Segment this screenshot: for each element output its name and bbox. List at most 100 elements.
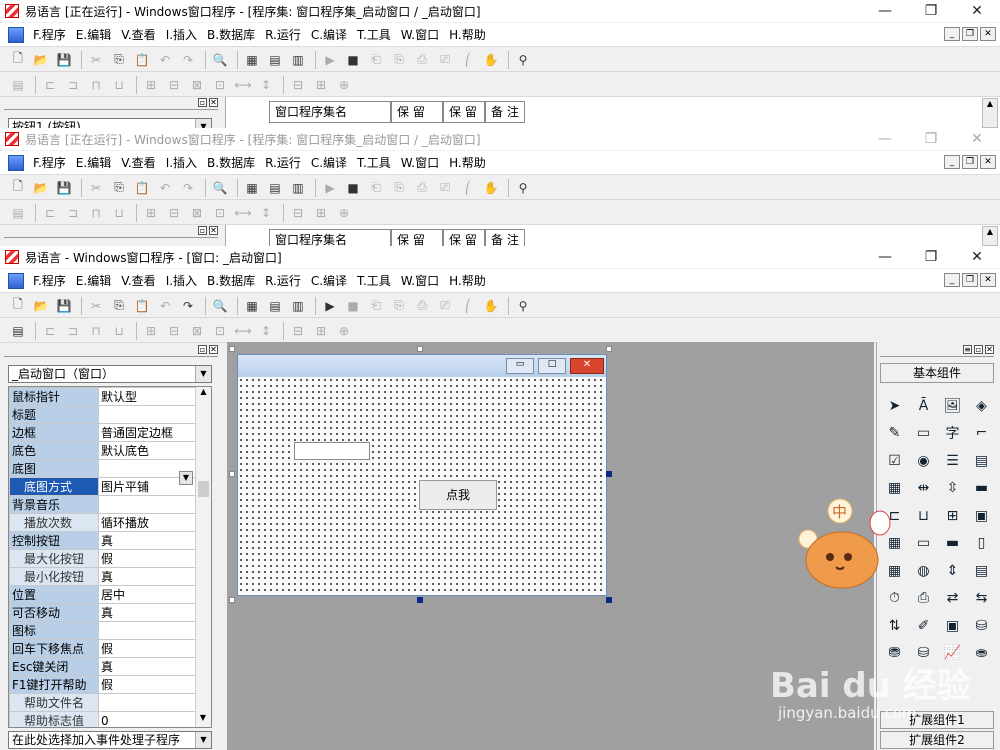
paste-icon[interactable]: 📋: [132, 51, 152, 69]
mdi-minimize-icon[interactable]: _: [944, 27, 960, 41]
layout2-icon[interactable]: ▤: [265, 51, 285, 69]
menu-insert[interactable]: I.插入: [161, 154, 202, 171]
menu-view[interactable]: V.查看: [116, 26, 160, 43]
align-right-icon[interactable]: ⊐: [63, 76, 83, 94]
copy-icon[interactable]: ⎘: [109, 179, 129, 197]
debug4-icon[interactable]: ⎚: [435, 179, 455, 197]
stop-icon[interactable]: ■: [343, 179, 363, 197]
property-row[interactable]: Esc键关闭真: [9, 657, 198, 676]
resize-handle[interactable]: [417, 597, 423, 603]
property-value[interactable]: [98, 621, 198, 640]
panel-close-icon[interactable]: ✕: [209, 345, 218, 354]
debug3-icon[interactable]: ⎙: [412, 179, 432, 197]
dropdown-arrow-icon[interactable]: ▼: [195, 366, 211, 382]
net-client-icon[interactable]: ⇅: [880, 612, 909, 640]
listbox-icon[interactable]: ▤: [967, 447, 996, 475]
draw-icon[interactable]: ✐: [909, 612, 938, 640]
open-icon[interactable]: 📂: [31, 179, 51, 197]
menu-edit[interactable]: E.编辑: [71, 272, 116, 289]
basic-components-tab[interactable]: 基本组件: [880, 363, 994, 383]
cut-icon[interactable]: ✂: [86, 297, 106, 315]
text-char-icon[interactable]: 字: [938, 420, 967, 448]
menu-window[interactable]: W.窗口: [396, 272, 444, 289]
property-value[interactable]: 循环播放: [98, 513, 198, 532]
tab-icon[interactable]: ⊞: [938, 502, 967, 530]
resize-handle[interactable]: [229, 346, 235, 352]
layout3-icon[interactable]: ▥: [288, 51, 308, 69]
data-table-icon[interactable]: ▤: [967, 557, 996, 585]
property-row[interactable]: 位置 居中: [9, 585, 198, 604]
chart-icon[interactable]: 📈: [938, 640, 967, 668]
debug1-icon[interactable]: ⎗: [366, 51, 386, 69]
property-value[interactable]: 默认型: [98, 387, 198, 406]
event-selector[interactable]: 在此处选择加入事件处理子程序 ▼: [8, 731, 212, 749]
resize-handle[interactable]: [606, 597, 612, 603]
align-right-icon[interactable]: ⊐: [63, 322, 83, 340]
panel-pin-icon[interactable]: ▫: [198, 98, 207, 107]
size3-icon[interactable]: ⊕: [334, 322, 354, 340]
close-icon[interactable]: ✕: [954, 246, 1000, 268]
resize-handle[interactable]: [229, 471, 235, 477]
menu-window[interactable]: W.窗口: [396, 154, 444, 171]
same-height-icon[interactable]: ⊡: [210, 76, 230, 94]
align-left-icon[interactable]: ⊏: [40, 204, 60, 222]
mdi-close-icon[interactable]: ✕: [980, 155, 996, 169]
property-scrollbar[interactable]: ▲ ▼: [195, 387, 211, 727]
menu-edit[interactable]: E.编辑: [71, 26, 116, 43]
space-h-icon[interactable]: ⟷: [233, 204, 253, 222]
property-row[interactable]: 底图方式 图片平铺: [9, 477, 198, 496]
minimize-icon[interactable]: —: [862, 246, 908, 268]
same-width-icon[interactable]: ⊠: [187, 204, 207, 222]
property-row[interactable]: 标题: [9, 405, 198, 424]
resize-handle[interactable]: [606, 346, 612, 352]
same-height-icon[interactable]: ⊡: [210, 204, 230, 222]
image-icon[interactable]: ▭: [909, 420, 938, 448]
debug1-icon[interactable]: ⎗: [366, 297, 386, 315]
mdi-minimize-icon[interactable]: _: [944, 273, 960, 287]
menu-run[interactable]: R.运行: [260, 154, 306, 171]
printer-icon[interactable]: ⎙: [909, 585, 938, 613]
click-me-button[interactable]: 点我: [419, 480, 497, 510]
menu-help[interactable]: H.帮助: [444, 26, 491, 43]
size1-icon[interactable]: ⊟: [288, 322, 308, 340]
center-h-icon[interactable]: ⊞: [141, 76, 161, 94]
debug5-icon[interactable]: ⎛: [458, 51, 478, 69]
menu-run[interactable]: R.运行: [260, 26, 306, 43]
size1-icon[interactable]: ⊟: [288, 204, 308, 222]
minimize-icon[interactable]: —: [862, 0, 908, 22]
property-value[interactable]: 真: [98, 603, 198, 622]
property-row[interactable]: 最小化按钮真: [9, 567, 198, 586]
menu-tools[interactable]: T.工具: [352, 26, 396, 43]
property-value[interactable]: [98, 693, 198, 712]
property-row[interactable]: 边框 普通固定边框: [9, 423, 198, 442]
cut-icon[interactable]: ✂: [86, 51, 106, 69]
scroll-down-icon[interactable]: ▼: [196, 713, 210, 727]
space-h-icon[interactable]: ⟷: [233, 322, 253, 340]
size1-icon[interactable]: ⊟: [288, 76, 308, 94]
extension-components-1-tab[interactable]: 扩展组件1: [880, 711, 994, 729]
property-row[interactable]: 背景音乐: [9, 495, 198, 514]
pointer-icon[interactable]: ➤: [880, 392, 909, 420]
document-icon[interactable]: ▯: [967, 530, 996, 558]
mdi-minimize-icon[interactable]: _: [944, 155, 960, 169]
cut-icon[interactable]: ✂: [86, 179, 106, 197]
property-value[interactable]: 普通固定边框: [98, 423, 198, 442]
find-icon[interactable]: 🔍: [210, 297, 230, 315]
undo-icon[interactable]: ↶: [155, 179, 175, 197]
property-value[interactable]: [98, 405, 198, 424]
align-left-icon[interactable]: ⊏: [40, 322, 60, 340]
debug4-icon[interactable]: ⎚: [435, 51, 455, 69]
debug2-icon[interactable]: ⎘: [389, 179, 409, 197]
menu-program[interactable]: F.程序: [28, 26, 71, 43]
space-v-icon[interactable]: ↕: [256, 204, 276, 222]
align-bottom-icon[interactable]: ⊔: [109, 322, 129, 340]
property-row[interactable]: 鼠标指针 默认型: [9, 387, 198, 406]
property-value[interactable]: 假: [98, 675, 198, 694]
run-icon[interactable]: ▶: [320, 297, 340, 315]
align-left-icon[interactable]: ⊏: [40, 76, 60, 94]
menu-program[interactable]: F.程序: [28, 272, 71, 289]
menu-edit[interactable]: E.编辑: [71, 154, 116, 171]
property-row[interactable]: 图标: [9, 621, 198, 640]
odbc-icon[interactable]: ⛂: [967, 640, 996, 668]
spinner-icon[interactable]: ⇕: [938, 557, 967, 585]
